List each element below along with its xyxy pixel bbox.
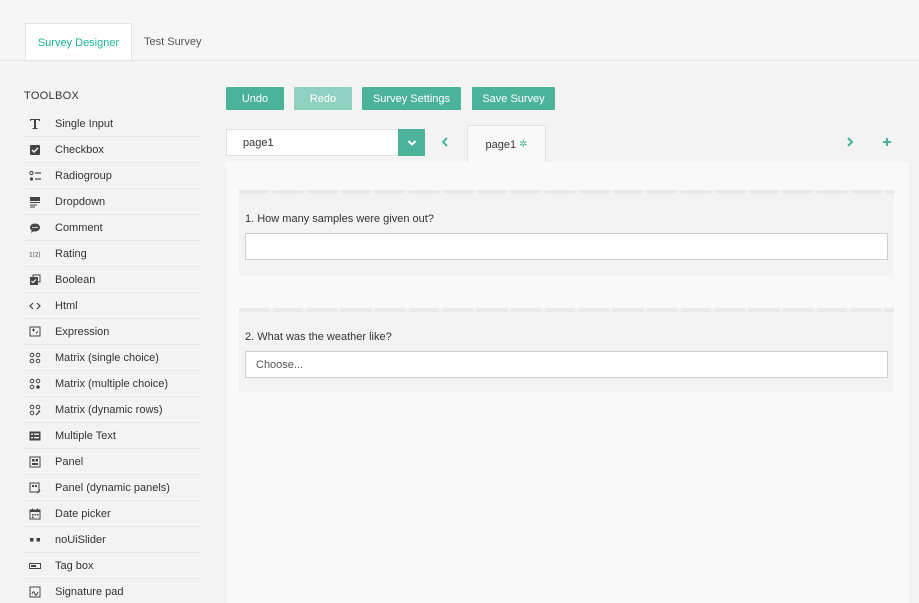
toolbox-item-matrix-multiple[interactable]: Matrix (multiple choice) [24, 371, 201, 397]
toolbox-item-panel[interactable]: Panel [24, 449, 201, 475]
toolbox-item-label: Expression [55, 325, 110, 338]
multiple-text-icon [22, 430, 47, 442]
toolbox-item-label: Multiple Text [55, 429, 116, 442]
toolbox-item-label: Rating [55, 247, 87, 260]
toolbox-item-panel-dynamic[interactable]: Panel (dynamic panels) [24, 475, 201, 501]
dropdown-placeholder: Choose... [256, 359, 304, 371]
toolbox-list: Single Input Checkbox Radiogroup Dropdow… [24, 111, 201, 603]
signature-icon [22, 586, 47, 598]
text-input[interactable] [245, 233, 888, 260]
chevron-down-icon[interactable] [398, 129, 425, 156]
toolbox-item-checkbox[interactable]: Checkbox [24, 137, 201, 163]
page-select-dropdown[interactable]: page1 [226, 129, 425, 156]
toolbox-item-label: Boolean [55, 273, 96, 286]
toolbox-item-matrix-single[interactable]: Matrix (single choice) [24, 345, 201, 371]
toolbox-item-date-picker[interactable]: Date picker [24, 501, 201, 527]
toolbox-item-label: Matrix (multiple choice) [55, 377, 169, 390]
page-tab-label: page1 [485, 138, 517, 151]
toolbox-item-dropdown[interactable]: Dropdown [24, 189, 201, 215]
toolbox-item-label: Dropdown [55, 195, 106, 208]
toolbox-item-label: Single Input [55, 117, 114, 130]
question-title: 2. What was the weather like? [245, 331, 392, 343]
page-select-value: page1 [243, 137, 274, 149]
slider-icon [22, 534, 47, 546]
toolbox-item-radiogroup[interactable]: Radiogroup [24, 163, 201, 189]
undo-button[interactable]: Undo [226, 87, 284, 110]
tab-survey-designer[interactable]: Survey Designer [25, 23, 132, 60]
question-top-edge [239, 308, 894, 312]
comment-bubble-icon [22, 222, 47, 234]
question-1[interactable]: 1. How many samples were given out? [239, 190, 894, 276]
rating-icon: 1|2|3 [22, 248, 47, 260]
toolbox-item-multiple-text[interactable]: Multiple Text [24, 423, 201, 449]
toolbox-item-label: Comment [55, 221, 103, 234]
top-tab-bar: Survey Designer Test Survey [0, 0, 919, 61]
expression-icon [22, 326, 47, 338]
toolbox-item-signature-pad[interactable]: Signature pad [24, 579, 201, 603]
tab-test-survey[interactable]: Test Survey [132, 23, 213, 59]
matrix-multiple-icon [22, 378, 47, 390]
toolbox-item-single-input[interactable]: Single Input [24, 111, 201, 137]
add-page-plus-icon[interactable] [882, 134, 892, 150]
survey-settings-button[interactable]: Survey Settings [362, 87, 461, 110]
toolbox-item-label: Matrix (dynamic rows) [55, 403, 163, 416]
svg-text:1|2|3: 1|2|3 [29, 251, 41, 258]
redo-button[interactable]: Redo [294, 87, 352, 110]
toolbox-item-rating[interactable]: 1|2|3 Rating [24, 241, 201, 267]
toolbox-item-nouislider[interactable]: noUiSlider [24, 527, 201, 553]
toolbox-item-label: Checkbox [55, 143, 104, 156]
toolbox-item-label: Html [55, 299, 78, 312]
toolbox-item-matrix-dynamic[interactable]: Matrix (dynamic rows) [24, 397, 201, 423]
calendar-icon [22, 508, 47, 520]
panel-icon [22, 456, 47, 468]
toolbox-item-label: Tag box [55, 559, 94, 572]
text-t-icon [22, 118, 47, 130]
toolbox-item-html[interactable]: Html [24, 293, 201, 319]
toolbox-item-label: Panel [55, 455, 84, 468]
toolbox-item-expression[interactable]: Expression [24, 319, 201, 345]
matrix-single-icon [22, 352, 47, 364]
toolbox-item-label: Signature pad [55, 585, 124, 598]
toolbox-item-label: Panel (dynamic panels) [55, 481, 170, 494]
checkbox-icon [22, 144, 47, 156]
matrix-dynamic-icon [22, 404, 47, 416]
toolbox-item-comment[interactable]: Comment [24, 215, 201, 241]
chevron-right-icon[interactable] [846, 134, 854, 150]
toolbox-item-tag-box[interactable]: Tag box [24, 553, 201, 579]
question-top-edge [239, 190, 894, 194]
save-survey-button[interactable]: Save Survey [472, 87, 555, 110]
radiogroup-icon [22, 170, 47, 182]
dropdown-icon [22, 196, 47, 208]
question-2[interactable]: 2. What was the weather like? Choose... [239, 308, 894, 392]
toolbox-item-label: noUiSlider [55, 533, 106, 546]
toolbox-item-boolean[interactable]: Boolean [24, 267, 201, 293]
toolbox-item-label: Date picker [55, 507, 111, 520]
gear-icon[interactable]: ✲ [519, 139, 527, 150]
toolbox-title: TOOLBOX [24, 90, 80, 102]
dropdown-select[interactable]: Choose... [245, 351, 888, 378]
tagbox-icon [22, 560, 47, 572]
code-brackets-icon [22, 300, 47, 312]
toolbox-item-label: Radiogroup [55, 169, 112, 182]
toolbox-item-label: Matrix (single choice) [55, 351, 159, 364]
chevron-left-icon[interactable] [441, 134, 449, 150]
page-tab[interactable]: page1 ✲ [467, 125, 546, 163]
question-title: 1. How many samples were given out? [245, 213, 434, 225]
boolean-icon [22, 274, 47, 286]
panel-dynamic-icon [22, 482, 47, 494]
toolbox-panel: TOOLBOX Single Input Checkbox Radiogroup… [0, 61, 210, 603]
